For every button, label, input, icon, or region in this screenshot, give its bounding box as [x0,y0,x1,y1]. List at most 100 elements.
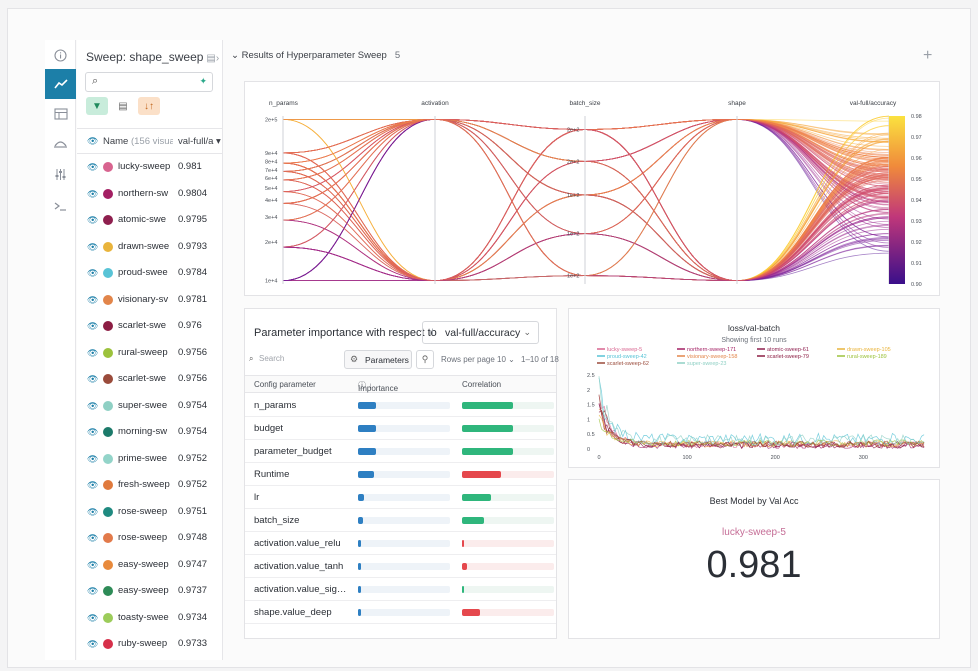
run-row[interactable]: 👁 visionary-sv 0.9781 [77,287,222,313]
visibility-icon[interactable]: 👁 [87,321,98,332]
sliders-icon[interactable] [45,159,76,189]
axis-label[interactable]: val-full/accuracy [850,100,897,107]
run-name[interactable]: scarlet-swe [118,373,173,384]
run-name[interactable]: super-swee [118,400,173,411]
run-name[interactable]: prime-swee [118,453,173,464]
parameters-button[interactable]: ⚙ Parameters [344,350,412,369]
add-panel-icon[interactable]: + [923,47,932,65]
visibility-icon[interactable]: 👁 [87,454,98,465]
run-color-dot[interactable] [103,400,113,411]
visibility-icon[interactable]: 👁 [87,268,98,279]
axis-label[interactable]: n_params [269,100,299,107]
legend-item[interactable]: proud-sweep-42 [607,354,647,360]
legend-item[interactable]: atomic-sweep-61 [767,347,809,353]
run-row[interactable]: 👁 rose-sweep 0.9751 [77,499,222,525]
run-name[interactable]: toasty-swee [118,612,173,623]
run-color-dot[interactable] [103,559,113,570]
run-name[interactable]: fresh-sweep [118,479,173,490]
run-color-dot[interactable] [103,427,113,437]
visibility-icon[interactable]: 👁 [87,586,98,597]
visibility-icon[interactable]: 👁 [87,560,98,571]
series-line[interactable] [598,395,925,449]
legend-item[interactable]: lucky-sweep-5 [607,347,642,353]
run-name[interactable]: proud-swee [118,267,173,278]
terminal-icon[interactable] [45,191,76,221]
sort-button[interactable]: ↓↑ [138,97,160,115]
run-name[interactable]: lucky-sweep [118,161,173,172]
name-column-header[interactable]: Name (156 visual [103,136,173,147]
run-name[interactable]: drawn-swee [118,241,173,252]
run-color-dot[interactable] [103,506,113,517]
series-line[interactable] [598,376,925,447]
run-color-dot[interactable] [103,453,113,464]
run-color-dot[interactable] [103,480,113,490]
visibility-icon[interactable]: 👁 [87,427,98,438]
run-row[interactable]: 👁 northern-sw 0.9804 [77,181,222,207]
section-header[interactable]: ⌄ Results of Hyperparameter Sweep 5 [231,50,400,61]
run-row[interactable]: 👁 morning-sw 0.9754 [77,419,222,445]
legend-item[interactable]: visionary-sweep-158 [687,354,737,360]
run-row[interactable]: 👁 drawn-swee 0.9793 [77,234,222,260]
run-row[interactable]: 👁 atomic-swe 0.9795 [77,207,222,233]
visibility-icon[interactable]: 👁 [87,533,98,544]
visibility-icon[interactable]: 👁 [87,374,98,385]
run-row[interactable]: 👁 super-swee 0.9754 [77,393,222,419]
legend-item[interactable]: rural-sweep-189 [847,354,887,360]
run-name[interactable]: easy-sweep [118,585,173,596]
table-toggle-icon[interactable]: ▤› [206,53,219,64]
visibility-icon[interactable]: 👁 [87,295,98,306]
importance-search-input[interactable]: Search [259,354,284,363]
run-color-dot[interactable] [103,215,113,225]
metric-select[interactable]: ıl val-full/accuracy ⌄ [422,321,539,344]
legend-item[interactable]: northern-sweep-171 [687,347,736,353]
legend-item[interactable]: drawn-sweep-105 [847,347,891,353]
run-name[interactable]: morning-sw [118,426,173,437]
magic-wand-icon[interactable]: ⚲ [416,350,434,369]
run-row[interactable]: 👁 easy-sweep 0.9747 [77,552,222,578]
info-icon[interactable] [45,40,76,70]
run-name[interactable]: rose-sweep [118,532,173,543]
table-icon[interactable] [45,99,76,129]
run-row[interactable]: 👁 easy-sweep 0.9737 [77,578,222,604]
run-color-dot[interactable] [103,639,113,649]
run-row[interactable]: 👁 rural-sweep 0.9756 [77,340,222,366]
run-color-dot[interactable] [103,374,113,384]
runs-search-input[interactable]: ⌕ ✦ [85,72,213,92]
visibility-icon[interactable]: 👁 [87,215,98,226]
run-name[interactable]: northern-sw [118,188,173,199]
importance-header[interactable]: Importance ⓘ ↓ [358,380,398,393]
run-color-dot[interactable] [103,586,113,596]
visibility-icon[interactable]: 👁 [87,162,98,173]
legend-item[interactable]: scarlet-sweep-62 [607,361,649,367]
visibility-icon[interactable]: 👁 [87,242,98,253]
run-color-dot[interactable] [103,321,113,331]
visibility-icon[interactable]: 👁 [87,613,98,624]
visibility-icon[interactable]: 👁 [87,480,98,491]
axis-label[interactable]: shape [728,100,746,107]
run-color-dot[interactable] [103,268,113,278]
visibility-icon[interactable]: 👁 [87,639,98,650]
run-row[interactable]: 👁 fresh-sweep 0.9752 [77,472,222,498]
legend-item[interactable]: scarlet-sweep-79 [767,354,809,360]
visibility-icon[interactable]: 👁 [87,189,98,200]
value-column-header[interactable]: val-full/a ▾ [178,136,222,147]
run-row[interactable]: 👁 proud-swee 0.9784 [77,260,222,286]
filter-button[interactable]: ▼ [86,97,108,115]
group-button[interactable]: ▤ [112,97,134,115]
run-name[interactable]: easy-sweep [118,559,173,570]
run-row[interactable]: 👁 ruby-sweep 0.9733 [77,631,222,657]
run-row[interactable]: 👁 lucky-sweep 0.981 [77,154,222,180]
visibility-icon[interactable]: 👁 [87,401,98,412]
run-color-dot[interactable] [103,188,113,199]
run-line[interactable] [282,118,890,282]
visibility-icon[interactable]: 👁 [87,348,98,359]
run-name[interactable]: atomic-swe [118,214,173,225]
best-model-run[interactable]: lucky-sweep-5 [569,527,939,538]
run-color-dot[interactable] [103,533,113,543]
visibility-icon[interactable]: 👁 [87,507,98,518]
visibility-all-icon[interactable]: 👁 [87,136,98,147]
chart-icon[interactable] [45,69,76,99]
run-color-dot[interactable] [103,241,113,252]
run-name[interactable]: visionary-sv [118,294,173,305]
sweep-icon[interactable] [45,129,76,159]
